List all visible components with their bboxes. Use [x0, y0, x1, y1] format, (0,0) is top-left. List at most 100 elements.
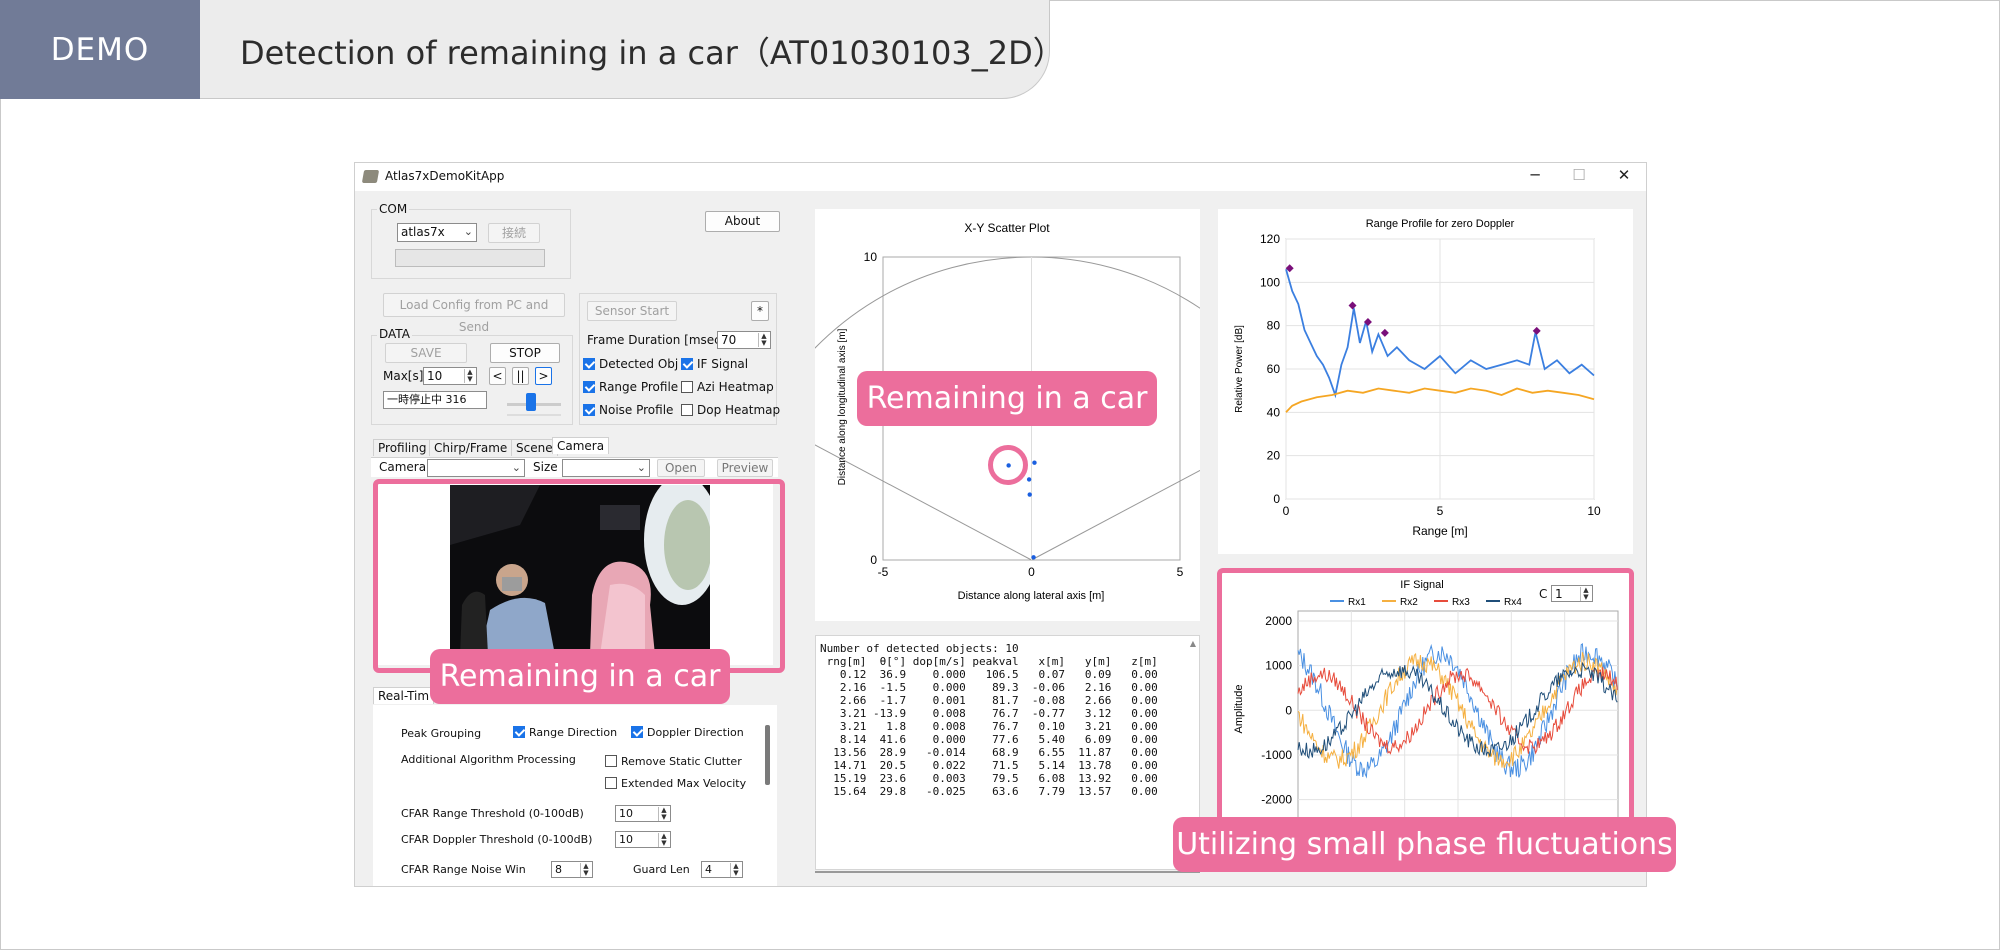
checkbox-box: [681, 381, 693, 393]
scroll-up-icon[interactable]: ▲: [1190, 639, 1196, 648]
range-profile-x-tick-label: 5: [1437, 504, 1444, 518]
com-port-select[interactable]: atlas7x ⌄: [397, 223, 477, 242]
doppler-direction-checkbox[interactable]: Doppler Direction: [631, 726, 744, 739]
range-profile-y-tick-label: 0: [1273, 492, 1280, 506]
guard-len-label: Guard Len: [633, 863, 690, 876]
preview-button[interactable]: Preview: [717, 459, 773, 477]
range-profile-checkbox[interactable]: Range Profile: [583, 380, 678, 394]
max-seconds-input[interactable]: 10 ▲ ▼: [423, 367, 477, 385]
next-frame-button[interactable]: >: [535, 367, 552, 385]
checkbox-box: [513, 726, 525, 738]
range-profile-y-tick-label: 80: [1267, 319, 1281, 333]
com-progress-bar: [395, 249, 545, 267]
extended-max-velocity-checkbox[interactable]: Extended Max Velocity: [605, 777, 746, 790]
chevron-down-icon: ⌄: [511, 461, 521, 474]
channel-input[interactable]: 1 ▲ ▼: [1551, 585, 1593, 602]
save-button[interactable]: SAVE: [385, 343, 467, 363]
cfar-doppler-label: CFAR Doppler Threshold (0-100dB): [401, 833, 593, 846]
frame-duration-label: Frame Duration [msec]: [587, 333, 726, 347]
spinner-icon: ▲ ▼: [464, 369, 475, 383]
table-row: 3.21 -13.9 0.008 76.7 -0.77 3.12 0.00: [820, 707, 1158, 720]
noise-profile-checkbox[interactable]: Noise Profile: [583, 403, 673, 417]
range-profile-title: Range Profile for zero Doppler: [1366, 218, 1515, 230]
remove-static-clutter-checkbox[interactable]: Remove Static Clutter: [605, 755, 742, 768]
scatter-point: [1026, 477, 1032, 482]
table-row: 14.71 20.5 0.022 71.5 5.14 13.78 0.00: [820, 759, 1158, 772]
maximize-button[interactable]: ☐: [1564, 166, 1594, 184]
table-row: 2.16 -1.5 0.000 89.3 -0.06 2.16 0.00: [820, 681, 1158, 694]
about-button[interactable]: About: [705, 211, 780, 232]
size-select[interactable]: ⌄: [562, 459, 650, 477]
checkbox-label: Azi Heatmap: [697, 380, 774, 394]
demo-tag: DEMO: [0, 0, 200, 99]
star-button[interactable]: *: [751, 301, 769, 321]
camera-label: Camera: [379, 460, 427, 474]
com-group: [371, 209, 571, 279]
dop-heatmap-checkbox[interactable]: Dop Heatmap: [681, 403, 780, 417]
checkbox-label: Extended Max Velocity: [621, 777, 747, 790]
range-profile-peak-marker: [1348, 301, 1357, 310]
checkbox-box: [583, 358, 595, 370]
guard-len-input[interactable]: 4 ▲ ▼: [701, 861, 743, 878]
detected-objects-panel: Number of detected objects: 10 rng[m] θ[…: [815, 635, 1200, 870]
camera-highlight-frame: [373, 479, 785, 673]
cfar-doppler-input[interactable]: 10 ▲ ▼: [615, 831, 671, 848]
slide-title: Detection of remaining in a car（AT010301…: [240, 34, 1065, 72]
frame-duration-input[interactable]: 70 ▲ ▼: [717, 331, 771, 349]
range-profile-panel: Range Profile for zero Doppler 0 20 40 60 80 1…: [1218, 209, 1633, 554]
pause-button[interactable]: ||: [512, 367, 529, 385]
com-port-value: atlas7x: [401, 225, 445, 239]
range-profile-y-tick-label: 20: [1267, 449, 1281, 463]
chevron-down-icon: ⌄: [636, 461, 646, 474]
channel-value: 1: [1555, 587, 1563, 601]
detected-objects-header: Number of detected objects: 10: [820, 642, 1019, 655]
tab-scene[interactable]: Scene: [511, 439, 558, 456]
fov-right-edge: [1031, 417, 1300, 561]
guard-len-value: 4: [705, 863, 712, 876]
realtime-scrollbar[interactable]: [765, 725, 770, 785]
slide-title-tab: Detection of remaining in a car（AT010301…: [200, 0, 1065, 99]
status-field: 一時停止中 316: [383, 391, 487, 409]
detected-objects-table: rng[m] θ[°] dop[m/s] peakval x[m] y[m] z…: [820, 655, 1158, 798]
minimize-button[interactable]: ─: [1520, 166, 1550, 184]
cfar-doppler-value: 10: [619, 833, 633, 846]
connect-button[interactable]: 接続: [488, 223, 540, 243]
stop-button[interactable]: STOP: [490, 343, 560, 363]
table-row: 0.12 36.9 0.000 106.5 0.07 0.09 0.00: [820, 668, 1158, 681]
azi-heatmap-checkbox[interactable]: Azi Heatmap: [681, 380, 774, 394]
cfar-range-input[interactable]: 10 ▲ ▼: [615, 805, 671, 822]
sensor-start-button[interactable]: Sensor Start: [587, 301, 677, 321]
frame-slider-thumb[interactable]: [526, 393, 537, 411]
scatter-point: [1032, 460, 1037, 465]
scatter-y-axis-label: Distance along longitudinal axis [m]: [837, 328, 848, 485]
tab-camera[interactable]: Camera: [552, 437, 610, 454]
prev-frame-button[interactable]: <: [489, 367, 506, 385]
load-config-button[interactable]: Load Config from PC and Send: [383, 293, 565, 334]
table-row: 13.56 28.9 -0.014 68.9 6.55 11.87 0.00: [820, 746, 1158, 759]
range-profile-chart: Range Profile for zero Doppler 0 20 40 60 80 1…: [1234, 218, 1601, 538]
cfar-noise-win-input[interactable]: 8 ▲ ▼: [551, 861, 593, 878]
remaining-label-scatter: Remaining in a car: [857, 371, 1157, 426]
scatter-y-tick-label: 0: [870, 553, 877, 567]
tab-chirp-frame[interactable]: Chirp/Frame: [429, 439, 513, 456]
table-bottom-edge: [815, 871, 1200, 873]
detected-obj-checkbox[interactable]: Detected Obj: [583, 357, 678, 371]
range-profile-x-axis-label: Range [m]: [1412, 524, 1467, 538]
camera-select[interactable]: ⌄: [427, 459, 525, 477]
checkbox-label: IF Signal: [697, 357, 749, 371]
checkbox-label: Doppler Direction: [647, 726, 744, 739]
scatter-x-axis-label: Distance along lateral axis [m]: [958, 590, 1105, 602]
checkbox-box: [681, 358, 693, 370]
close-button[interactable]: ✕: [1609, 166, 1639, 184]
checkbox-box: [631, 726, 643, 738]
window-titlebar: Atlas7xDemoKitApp ─ ☐ ✕: [355, 163, 1646, 191]
checkbox-label: Noise Profile: [599, 403, 674, 417]
tab-profiling[interactable]: Profiling: [373, 439, 432, 456]
range-profile-peak-marker: [1532, 326, 1541, 335]
table-row: 3.21 1.8 0.008 76.7 0.10 3.21 0.00: [820, 720, 1158, 733]
range-direction-checkbox[interactable]: Range Direction: [513, 726, 617, 739]
size-label: Size: [533, 460, 558, 474]
if-signal-checkbox[interactable]: IF Signal: [681, 357, 748, 371]
open-button[interactable]: Open: [657, 459, 705, 477]
tab-realtime[interactable]: Real-Tim: [373, 687, 435, 704]
